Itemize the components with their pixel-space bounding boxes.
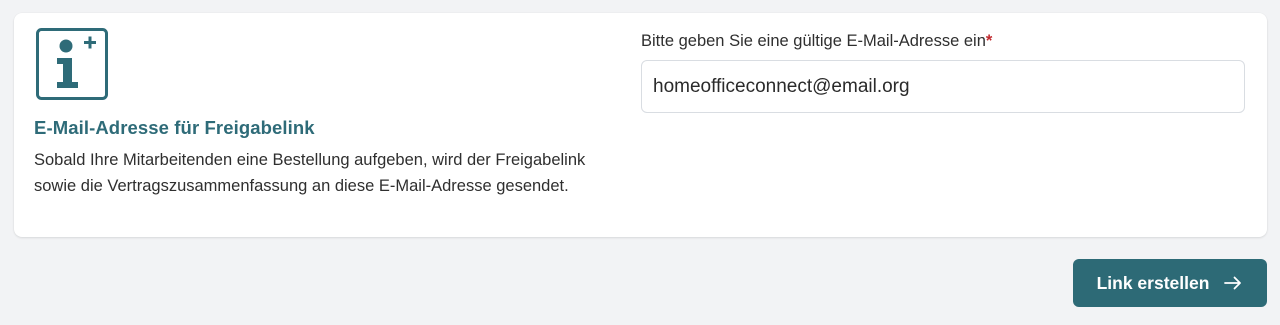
email-input[interactable] <box>641 60 1245 113</box>
required-marker: * <box>985 32 993 50</box>
info-title: E-Mail-Adresse für Freigabelink <box>34 117 315 138</box>
create-link-label: Link erstellen <box>1096 272 1210 293</box>
email-field-label: Bitte geben Sie eine gültige E-Mail-Adre… <box>641 32 992 51</box>
email-field-label-text: Bitte geben Sie eine gültige E-Mail-Adre… <box>641 32 986 50</box>
info-description: Sobald Ihre Mitarbeitenden eine Bestellu… <box>34 151 586 195</box>
create-link-button[interactable]: Link erstellen <box>1073 259 1267 307</box>
info-plus-icon <box>36 28 108 100</box>
settings-card: E-Mail-Adresse für Freigabelink Sobald I… <box>14 13 1267 237</box>
arrow-right-icon <box>1223 273 1243 293</box>
